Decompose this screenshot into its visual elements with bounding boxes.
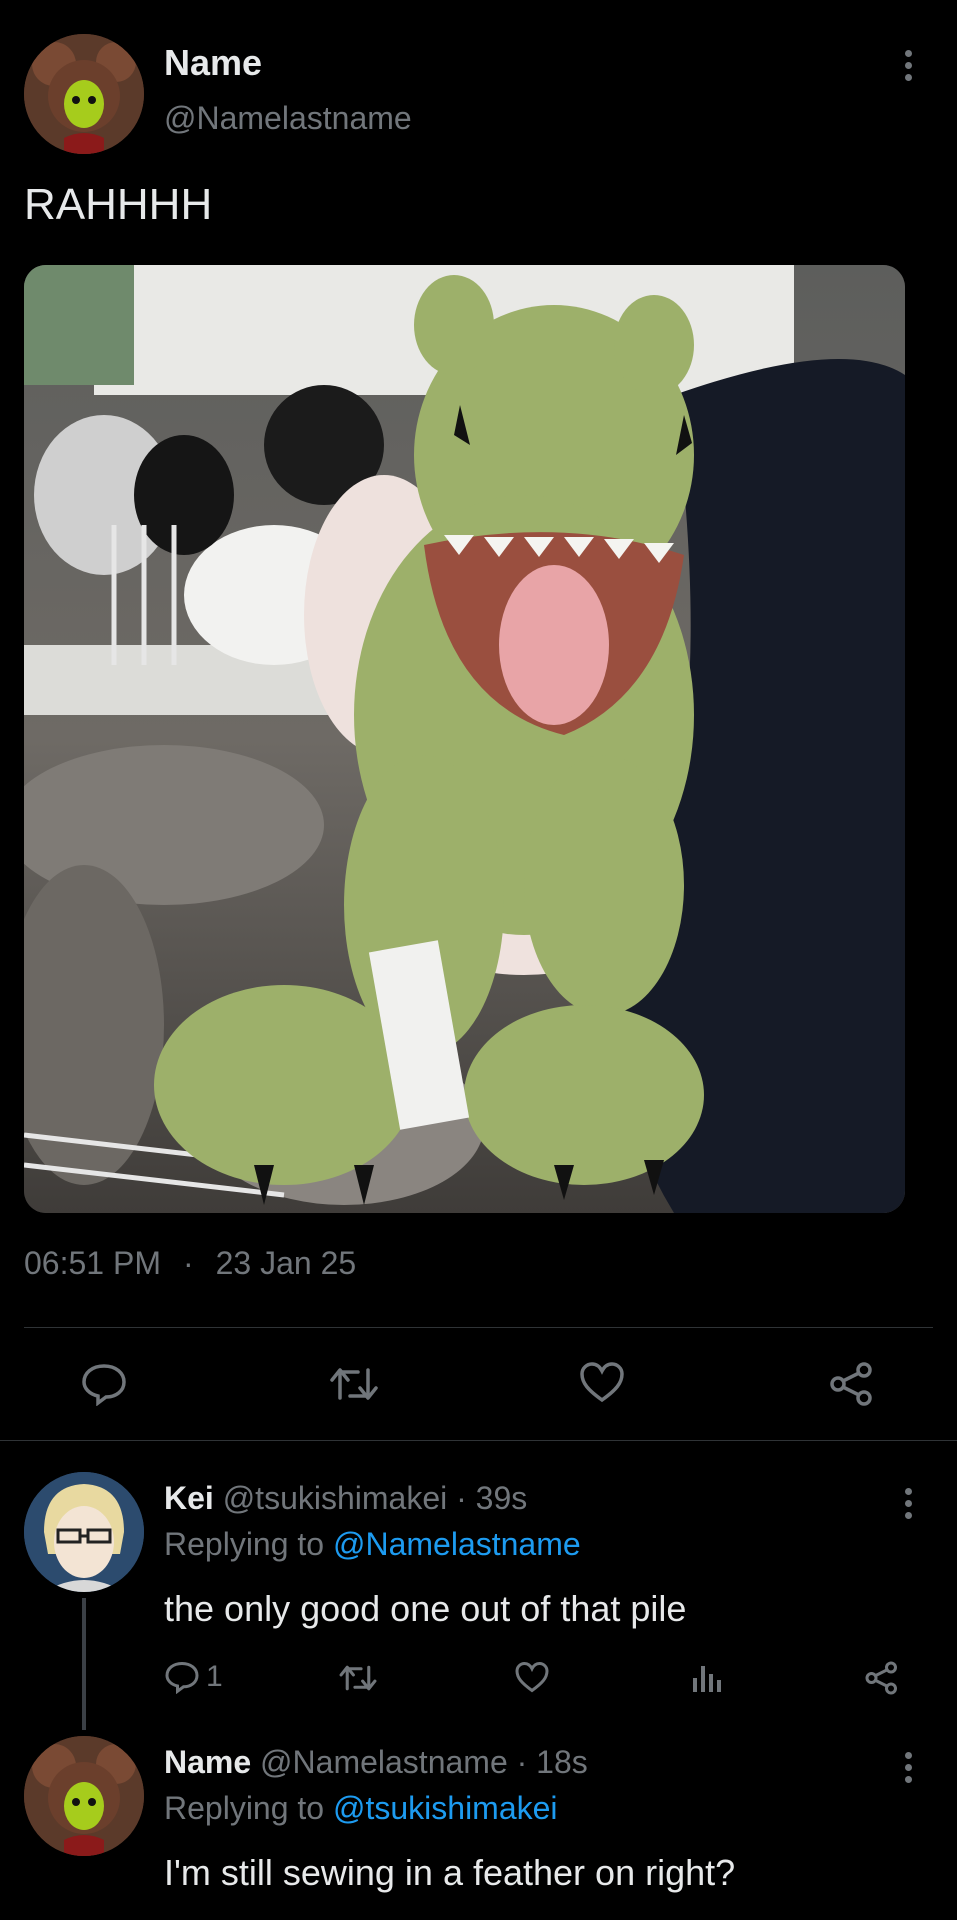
author-handle[interactable]: @Namelastname (164, 100, 412, 137)
divider-top (24, 1327, 933, 1328)
time-separator: · (182, 1245, 194, 1281)
like-icon[interactable] (578, 1360, 626, 1404)
share-icon[interactable] (864, 1660, 900, 1696)
reply-handle-time[interactable]: @Namelastname · 18s (260, 1744, 588, 1780)
views-icon[interactable] (690, 1660, 724, 1694)
retweet-icon[interactable] (328, 1364, 380, 1404)
more-icon[interactable] (902, 50, 914, 81)
replying-prefix: Replying to (164, 1526, 333, 1562)
share-icon[interactable] (828, 1360, 876, 1408)
reply-icon[interactable] (80, 1362, 128, 1406)
post-time: 06:51 PM (24, 1245, 161, 1281)
post-text: RAHHHH (24, 180, 213, 229)
reply-count: 1 (206, 1660, 223, 1693)
reply-author-name[interactable]: Kei (164, 1480, 214, 1516)
replying-to: Replying to @Namelastname (164, 1526, 581, 1563)
reply-text: the only good one out of that pile (164, 1588, 687, 1629)
more-icon[interactable] (902, 1488, 914, 1519)
reply-header: Kei @tsukishimakei · 39s (164, 1480, 527, 1517)
more-icon[interactable] (902, 1752, 914, 1783)
replying-prefix: Replying to (164, 1790, 333, 1826)
retweet-icon[interactable] (338, 1662, 378, 1694)
reply-icon (164, 1660, 200, 1694)
replying-to: Replying to @tsukishimakei (164, 1790, 558, 1827)
divider-bottom (0, 1440, 957, 1441)
like-icon[interactable] (514, 1660, 550, 1694)
author-name[interactable]: Name (164, 42, 262, 84)
author-avatar[interactable] (24, 34, 144, 154)
thread-line (82, 1598, 86, 1730)
replying-to-handle[interactable]: @tsukishimakei (333, 1790, 558, 1826)
reply-header: Name @Namelastname · 18s (164, 1744, 588, 1781)
replying-to-handle[interactable]: @Namelastname (333, 1526, 581, 1562)
reply-handle-time[interactable]: @tsukishimakei · 39s (223, 1480, 528, 1516)
post-image[interactable] (24, 265, 905, 1213)
post-timestamp: 06:51 PM · 23 Jan 25 (24, 1245, 356, 1282)
reply-avatar-name[interactable] (24, 1736, 144, 1856)
reply-action-reply[interactable]: 1 (164, 1660, 223, 1694)
reply-author-name[interactable]: Name (164, 1744, 251, 1780)
reply-avatar-kei[interactable] (24, 1472, 144, 1592)
reply-text: I'm still sewing in a feather on right? (164, 1852, 736, 1893)
post-date: 23 Jan 25 (215, 1245, 357, 1281)
